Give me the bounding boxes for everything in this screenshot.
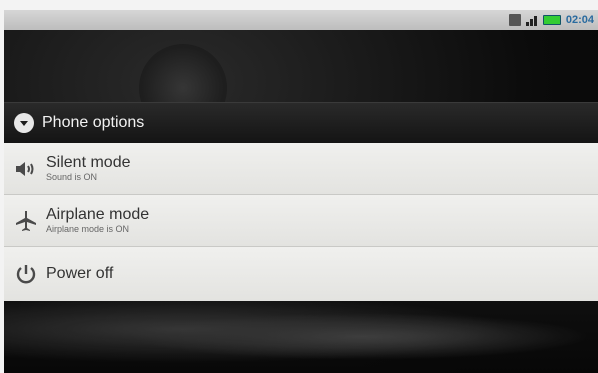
silent-mode-summary: Sound is ON — [46, 172, 98, 182]
status-bar: 02:04 — [4, 10, 598, 30]
dialog-title: Phone options — [42, 114, 145, 131]
chevron-down-icon — [14, 113, 34, 133]
power-off-option[interactable]: Power off — [4, 247, 598, 301]
device-screen: 02:04 Phone options Silent mode Sound is… — [4, 10, 598, 373]
sd-card-icon — [508, 14, 521, 26]
speaker-icon — [14, 157, 38, 181]
airplane-mode-option[interactable]: Airplane mode Airplane mode is ON — [4, 195, 598, 247]
airplane-mode-summary: Airplane mode is ON — [46, 224, 130, 234]
airplane-icon — [14, 209, 38, 233]
power-off-label: Power off — [46, 265, 114, 282]
power-icon — [14, 262, 38, 286]
battery-icon — [542, 15, 561, 25]
phone-options-dialog: Phone options Silent mode Sound is ON Ai… — [4, 102, 598, 301]
dialog-header: Phone options — [4, 103, 598, 143]
wallpaper-background — [4, 300, 598, 373]
signal-icon — [526, 14, 538, 26]
silent-mode-option[interactable]: Silent mode Sound is ON — [4, 143, 598, 195]
silent-mode-label: Silent mode — [46, 154, 131, 171]
status-time: 02:04 — [565, 14, 594, 26]
airplane-mode-label: Airplane mode — [46, 206, 150, 223]
